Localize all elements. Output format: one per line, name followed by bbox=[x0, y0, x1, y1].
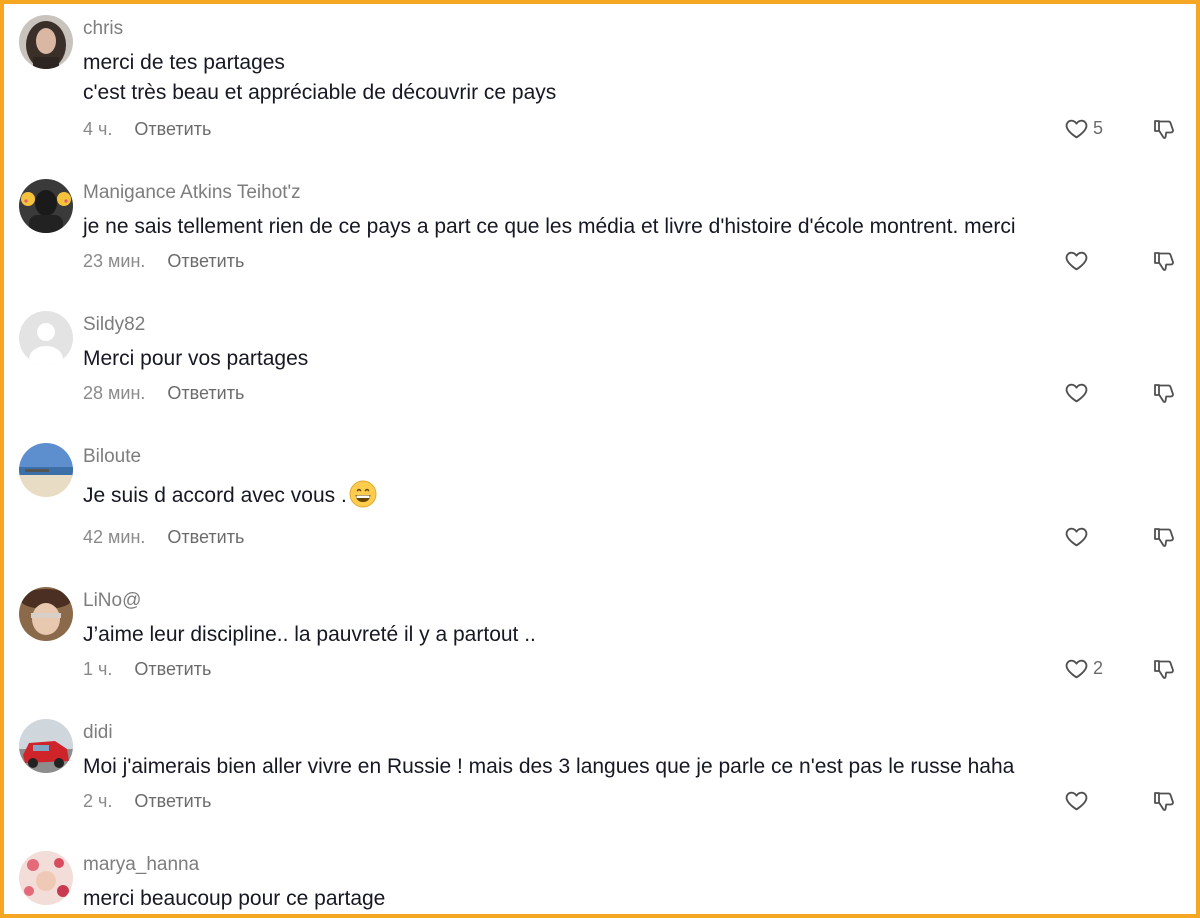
comment-meta: 23 мин. Ответить bbox=[83, 251, 244, 272]
heart-icon bbox=[1064, 524, 1089, 549]
heart-icon bbox=[1064, 656, 1089, 681]
grinning-face-emoji bbox=[349, 480, 377, 508]
heart-icon bbox=[1064, 116, 1089, 141]
comment-text: merci beaucoup pour ce partage bbox=[83, 884, 385, 914]
heart-icon bbox=[1064, 248, 1089, 273]
comment-time: 23 мин. bbox=[83, 251, 146, 271]
user-avatar[interactable] bbox=[19, 443, 73, 497]
thumbs-down-icon bbox=[1152, 381, 1176, 405]
comment-username[interactable]: Manigance Atkins Teihot'z bbox=[83, 182, 301, 204]
reply-button[interactable]: Ответить bbox=[134, 659, 211, 679]
comment-text-line: Merci pour vos partages bbox=[83, 347, 309, 370]
like-count: 2 bbox=[1093, 658, 1104, 678]
like-button[interactable]: 2 bbox=[1064, 656, 1103, 681]
comment-text: J’aime leur discipline.. la pauvreté il … bbox=[83, 620, 536, 650]
comment-time: 28 мин. bbox=[83, 383, 146, 403]
comment-username[interactable]: LiNo@ bbox=[83, 590, 141, 612]
heart-icon bbox=[1064, 380, 1089, 405]
dislike-button[interactable] bbox=[1152, 381, 1176, 405]
reply-button[interactable]: Ответить bbox=[167, 527, 244, 547]
comment-text: merci de tes partages c'est très beau et… bbox=[83, 48, 556, 108]
comment-item: marya_hanna merci beaucoup pour ce parta… bbox=[4, 844, 1196, 914]
comment-item: Manigance Atkins Teihot'z je ne sais tel… bbox=[4, 172, 1196, 304]
comment-username[interactable]: Sildy82 bbox=[83, 314, 145, 336]
thumbs-down-icon bbox=[1152, 657, 1176, 681]
comment-text: je ne sais tellement rien de ce pays a p… bbox=[83, 212, 1015, 242]
like-button[interactable]: 5 bbox=[1064, 116, 1103, 141]
comment-item: didi Moi j'aimerais bien aller vivre en … bbox=[4, 712, 1196, 844]
comment-meta: 1 ч. Ответить bbox=[83, 659, 211, 680]
thumbs-down-icon bbox=[1152, 789, 1176, 813]
comment-text: Moi j'aimerais bien aller vivre en Russi… bbox=[83, 752, 1014, 782]
thumbs-down-icon bbox=[1152, 249, 1176, 273]
comment-meta: 4 ч. Ответить bbox=[83, 119, 211, 140]
comment-item: Sildy82 Merci pour vos partages 28 мин. О… bbox=[4, 304, 1196, 436]
like-button[interactable] bbox=[1064, 788, 1093, 813]
user-avatar[interactable] bbox=[19, 719, 73, 773]
comment-text-line: c'est très beau et appréciable de découv… bbox=[83, 81, 557, 104]
like-button[interactable] bbox=[1064, 380, 1093, 405]
dislike-button[interactable] bbox=[1152, 657, 1176, 681]
comment-item: Biloute Je suis d accord avec vous . 42 … bbox=[4, 436, 1196, 568]
dislike-button[interactable] bbox=[1152, 525, 1176, 549]
heart-icon bbox=[1064, 788, 1089, 813]
reply-button[interactable]: Ответить bbox=[134, 791, 211, 811]
dislike-button[interactable] bbox=[1152, 249, 1176, 273]
user-avatar[interactable] bbox=[19, 179, 73, 233]
reply-button[interactable]: Ответить bbox=[167, 251, 244, 271]
thumbs-down-icon bbox=[1152, 525, 1176, 549]
comment-text-line: je ne sais tellement rien de ce pays a p… bbox=[83, 215, 1016, 238]
comment-username[interactable]: didi bbox=[83, 722, 113, 744]
comment-text-line: Je suis d accord avec vous . bbox=[83, 484, 347, 507]
comment-time: 2 ч. bbox=[83, 791, 113, 811]
comment-username[interactable]: Biloute bbox=[83, 446, 141, 468]
dislike-button[interactable] bbox=[1152, 117, 1176, 141]
comment-meta: 42 мин. Ответить bbox=[83, 527, 244, 548]
like-count: 5 bbox=[1093, 118, 1104, 138]
comment-username[interactable]: marya_hanna bbox=[83, 854, 199, 876]
comment-item: chris merci de tes partages c'est très b… bbox=[4, 8, 1196, 140]
comment-meta: 28 мин. Ответить bbox=[83, 383, 244, 404]
reply-button[interactable]: Ответить bbox=[134, 119, 211, 139]
user-avatar[interactable] bbox=[19, 311, 73, 365]
comment-time: 4 ч. bbox=[83, 119, 113, 139]
like-button[interactable] bbox=[1064, 524, 1093, 549]
comment-text-line: merci de tes partages bbox=[83, 51, 285, 74]
comments-panel: chris merci de tes partages c'est très b… bbox=[0, 0, 1200, 918]
reply-button[interactable]: Ответить bbox=[167, 383, 244, 403]
user-avatar[interactable] bbox=[19, 15, 73, 69]
user-avatar[interactable] bbox=[19, 851, 73, 905]
comment-username[interactable]: chris bbox=[83, 18, 123, 40]
user-avatar[interactable] bbox=[19, 587, 73, 641]
comment-meta: 2 ч. Ответить bbox=[83, 791, 211, 812]
comment-text: Je suis d accord avec vous . bbox=[83, 480, 377, 511]
thumbs-down-icon bbox=[1152, 117, 1176, 141]
comment-text-line: merci beaucoup pour ce partage bbox=[83, 887, 386, 910]
like-button[interactable] bbox=[1064, 248, 1093, 273]
comment-time: 1 ч. bbox=[83, 659, 113, 679]
comment-text: Merci pour vos partages bbox=[83, 344, 308, 374]
comment-time: 42 мин. bbox=[83, 527, 146, 547]
dislike-button[interactable] bbox=[1152, 789, 1176, 813]
comment-item: LiNo@ J’aime leur discipline.. la pauvre… bbox=[4, 580, 1196, 712]
comment-text-line: J’aime leur discipline.. la pauvreté il … bbox=[83, 623, 536, 646]
comment-text-line: Moi j'aimerais bien aller vivre en Russi… bbox=[83, 755, 1015, 778]
